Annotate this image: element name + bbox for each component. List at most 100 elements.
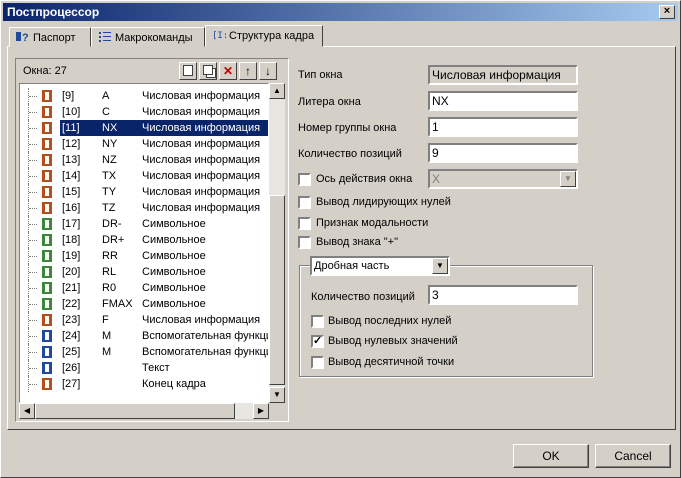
list-item[interactable]: [25] M Вспомогательная функци	[20, 344, 268, 360]
window-number: [19]	[62, 250, 81, 262]
trailing-zeros-checkbox[interactable]	[311, 315, 324, 328]
help-icon: ?	[16, 32, 29, 42]
tree-connector	[28, 232, 40, 248]
list-item[interactable]: [13] NZ Числовая информация	[20, 152, 268, 168]
close-button[interactable]: ×	[659, 5, 675, 19]
letter-input[interactable]: NX	[428, 91, 578, 111]
move-down-button[interactable]: ↓	[259, 62, 277, 80]
window-icon	[42, 138, 52, 150]
window-number: [20]	[62, 266, 81, 278]
chevron-down-icon[interactable]: ▼	[432, 258, 448, 274]
windows-tree[interactable]: [9] A Числовая информация [10] C Числовая инф…	[19, 83, 269, 403]
window-type: Числовая информация	[142, 90, 261, 102]
zero-values-checkbox[interactable]: ✓	[311, 335, 324, 348]
window-icon	[42, 186, 52, 198]
window-number: [9]	[62, 90, 75, 102]
move-up-button[interactable]: ↑	[239, 62, 257, 80]
cancel-button[interactable]: Cancel	[595, 444, 671, 468]
decimal-point-checkbox[interactable]	[311, 356, 324, 369]
delete-button[interactable]: ✕	[219, 62, 237, 80]
window-number: [22]	[62, 298, 81, 310]
plus-sign-checkbox[interactable]	[298, 236, 311, 249]
tree-connector	[28, 344, 40, 360]
list-item[interactable]: [24] M Вспомогательная функци	[20, 328, 269, 344]
group-number-label: Номер группы окна	[298, 122, 397, 134]
tab-passport[interactable]: ? Паспорт	[9, 27, 91, 47]
window-icon	[42, 346, 52, 358]
scroll-down-arrow-icon[interactable]: ▼	[269, 387, 285, 403]
window-type: Символьное	[142, 298, 206, 310]
chevron-down-icon[interactable]: ▼	[560, 171, 576, 187]
list-item[interactable]: [26] Текст	[20, 360, 268, 376]
window-icon	[42, 330, 52, 342]
new-window-button[interactable]	[179, 62, 197, 80]
list-item[interactable]: [15] TY Числовая информация	[20, 184, 268, 200]
postprocessor-window: Постпроцессор × ? Паспорт Макрокоманды [I…	[0, 0, 681, 478]
modal-checkbox[interactable]	[298, 217, 311, 230]
positions-input[interactable]: 9	[428, 143, 578, 163]
delete-icon: ✕	[222, 64, 234, 78]
fraction-select[interactable]: Дробная часть	[310, 256, 450, 276]
axis-checkbox[interactable]	[298, 173, 311, 186]
list-item[interactable]: [10] C Числовая информация	[20, 104, 268, 120]
list-item[interactable]: [20] RL Символьное	[20, 264, 268, 280]
fraction-positions-input[interactable]: 3	[428, 285, 578, 305]
scroll-right-arrow-icon[interactable]: ▶	[253, 403, 269, 419]
window-letter: FMAX	[102, 298, 133, 310]
window-letter: NY	[102, 138, 118, 150]
list-item[interactable]: [16] TZ Числовая информация	[20, 200, 268, 216]
window-type: Символьное	[142, 266, 206, 278]
window-type: Числовая информация	[142, 106, 261, 118]
list-item[interactable]: [12] NY Числовая информация	[20, 136, 268, 152]
window-letter: RL	[102, 266, 117, 278]
lead-zeros-checkbox[interactable]	[298, 196, 311, 209]
window-icon	[42, 154, 52, 166]
list-item[interactable]: [27] Конец кадра	[20, 376, 268, 392]
list-item[interactable]: [19] RR Символьное	[20, 248, 268, 264]
tab-frame-structure[interactable]: [I:]Структура кадра	[205, 25, 323, 47]
list-item[interactable]: [14] TX Числовая информация	[20, 168, 268, 184]
checkmark-icon: ✓	[313, 335, 323, 347]
scroll-left-arrow-icon[interactable]: ◀	[19, 403, 35, 419]
axis-select[interactable]: X	[428, 169, 578, 189]
tab-macro[interactable]: Макрокоманды	[91, 27, 205, 47]
window-type: Текст	[142, 362, 170, 374]
plus-sign-label: Вывод знака "+"	[316, 236, 399, 248]
window-number: [10]	[62, 106, 81, 118]
window-number: [23]	[62, 314, 81, 326]
fraction-positions-label: Количество позиций	[311, 291, 415, 303]
tree-connector	[28, 184, 40, 200]
windows-count: Окна: 27	[23, 65, 67, 77]
window-type: Вспомогательная функци	[142, 330, 269, 342]
scroll-up-arrow-icon[interactable]: ▲	[269, 83, 285, 99]
list-item[interactable]: [11] NX Числовая информация	[20, 120, 268, 136]
list-item[interactable]: [21] R0 Символьное	[20, 280, 268, 296]
window-number: [25]	[62, 346, 81, 358]
list-item[interactable]: [22] FMAX Символьное	[20, 296, 268, 312]
tree-horizontal-scrollbar[interactable]: ◀ ▶	[19, 403, 269, 419]
group-number-input[interactable]: 1	[428, 117, 578, 137]
window-type-field: Числовая информация	[428, 65, 578, 85]
tree-connector	[28, 216, 40, 232]
list-item[interactable]: [17] DR- Символьное	[20, 216, 268, 232]
window-number: [26]	[62, 362, 81, 374]
window-letter: A	[102, 90, 110, 102]
horizontal-scroll-thumb[interactable]	[35, 403, 235, 419]
ok-button[interactable]: OK	[513, 444, 589, 468]
list-item[interactable]: [18] DR+ Символьное	[20, 232, 268, 248]
window-icon	[42, 282, 52, 294]
axis-label: Ось действия окна	[316, 173, 413, 185]
window-number: [18]	[62, 234, 81, 246]
vertical-scroll-thumb[interactable]	[269, 195, 285, 385]
copy-button[interactable]	[199, 62, 217, 80]
trailing-zeros-label: Вывод последних нулей	[328, 315, 452, 327]
list-item[interactable]: [9] A Числовая информация	[20, 88, 268, 104]
copy-icon	[203, 65, 213, 75]
positions-label: Количество позиций	[298, 148, 402, 160]
list-item[interactable]: [23] F Числовая информация	[20, 312, 268, 328]
window-icon	[42, 266, 52, 278]
tree-vertical-scrollbar[interactable]: ▲ ▼	[269, 83, 285, 403]
window-letter: M	[102, 330, 112, 342]
window-icon	[42, 298, 52, 310]
window-type: Числовая информация	[142, 186, 261, 198]
